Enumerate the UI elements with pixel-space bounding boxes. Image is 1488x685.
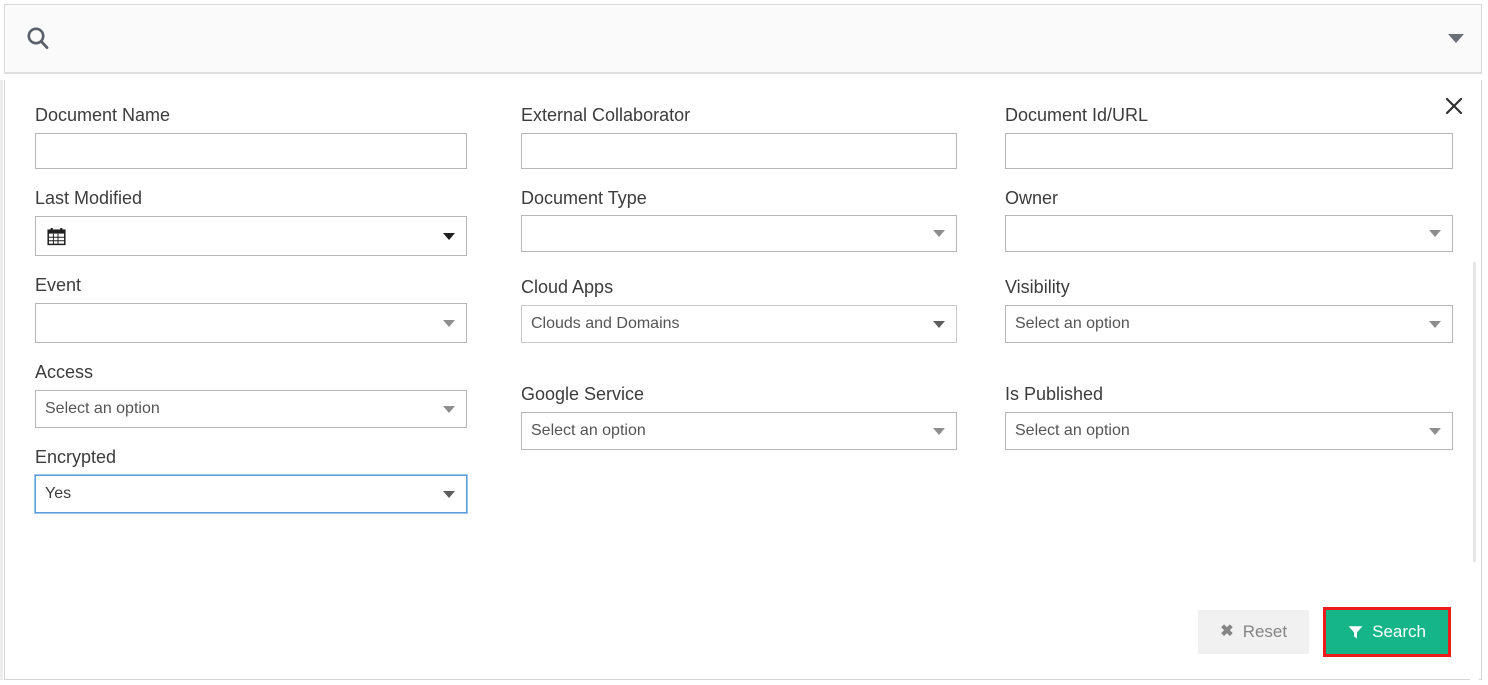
field-external-collaborator: External Collaborator (521, 104, 957, 169)
document-id-url-control[interactable] (1005, 133, 1453, 169)
search-button[interactable]: Search (1326, 610, 1448, 654)
label-document-id-url: Document Id/URL (1005, 105, 1149, 125)
search-filter-screen: Document Name Last Modified Event Access… (0, 0, 1488, 685)
search-button-highlight: Search (1323, 607, 1451, 657)
field-access: Access Select an option (35, 361, 467, 428)
label-encrypted: Encrypted (35, 447, 117, 467)
caret-down-icon[interactable] (1429, 230, 1441, 237)
field-is-published: Is Published Select an option (1005, 383, 1453, 450)
caret-down-icon[interactable] (443, 319, 455, 327)
owner-select[interactable] (1005, 215, 1453, 252)
event-select[interactable] (35, 303, 467, 343)
last-modified-select[interactable] (35, 216, 467, 256)
document-type-select[interactable] (521, 215, 957, 252)
search-dropdown-caret-icon[interactable] (1441, 5, 1481, 72)
search-input[interactable] (54, 5, 1441, 72)
filter-form-grid: Document Name Last Modified Event Access… (5, 80, 1481, 527)
access-select[interactable]: Select an option (35, 390, 467, 428)
caret-down-icon[interactable] (443, 405, 455, 413)
encrypted-select[interactable]: Yes (35, 475, 467, 513)
advanced-search-panel: Document Name Last Modified Event Access… (4, 80, 1482, 685)
document-name-input[interactable] (36, 134, 466, 168)
google-service-value: Select an option (531, 422, 646, 439)
visibility-select[interactable]: Select an option (1005, 305, 1453, 343)
label-is-published: Is Published (1005, 384, 1104, 404)
encrypted-value: Yes (45, 485, 72, 502)
field-cloud-apps: Cloud Apps Clouds and Domains (521, 276, 957, 343)
field-document-id-url: Document Id/URL (1005, 104, 1453, 169)
caret-down-icon[interactable] (1429, 320, 1441, 328)
panel-footer: ✖ Reset Search (1198, 607, 1451, 657)
column-right: Document Id/URL Owner Visibility Select … (989, 104, 1483, 527)
search-icon (22, 23, 54, 55)
panel-scrollbar-thumb[interactable] (1473, 262, 1476, 562)
label-visibility: Visibility (1005, 277, 1070, 297)
caret-down-icon[interactable] (933, 230, 945, 237)
label-external-collaborator: External Collaborator (521, 105, 691, 125)
reset-button-label: Reset (1242, 622, 1288, 641)
caret-down-icon[interactable] (933, 320, 945, 328)
search-button-label: Search (1372, 622, 1426, 641)
google-service-select[interactable]: Select an option (521, 412, 957, 450)
field-document-name: Document Name (35, 104, 467, 169)
field-event: Event (35, 274, 467, 343)
label-google-service: Google Service (521, 384, 645, 404)
external-collaborator-control[interactable] (521, 133, 957, 169)
close-icon[interactable] (1441, 93, 1467, 119)
panel-scrollbar[interactable] (1470, 162, 1479, 685)
caret-down-icon[interactable] (1429, 427, 1441, 435)
is-published-select[interactable]: Select an option (1005, 412, 1453, 450)
field-visibility: Visibility Select an option (1005, 276, 1453, 343)
reset-button[interactable]: ✖ Reset (1198, 610, 1310, 654)
global-search-bar[interactable] (4, 4, 1482, 74)
column-middle: External Collaborator Document Type Clou… (497, 104, 989, 527)
label-document-name: Document Name (35, 105, 171, 125)
field-document-type: Document Type (521, 187, 957, 252)
label-access: Access (35, 362, 94, 382)
field-owner: Owner (1005, 187, 1453, 252)
is-published-value: Select an option (1015, 422, 1130, 439)
column-left: Document Name Last Modified Event Access… (5, 104, 497, 527)
external-collaborator-input[interactable] (522, 134, 956, 168)
caret-down-icon[interactable] (443, 490, 455, 498)
label-cloud-apps: Cloud Apps (521, 277, 614, 297)
label-document-type: Document Type (521, 188, 647, 208)
field-google-service: Google Service Select an option (521, 383, 957, 450)
access-value: Select an option (45, 400, 160, 417)
cloud-apps-select[interactable]: Clouds and Domains (521, 305, 957, 343)
x-icon: ✖ (1220, 623, 1234, 640)
panel-left-edge (0, 80, 3, 680)
caret-down-icon[interactable] (933, 427, 945, 435)
field-last-modified: Last Modified (35, 187, 467, 256)
document-id-url-input[interactable] (1006, 134, 1452, 168)
funnel-icon (1348, 625, 1363, 640)
label-owner: Owner (1005, 188, 1059, 208)
document-name-control[interactable] (35, 133, 467, 169)
visibility-value: Select an option (1015, 315, 1130, 332)
field-encrypted: Encrypted Yes (35, 446, 467, 513)
caret-down-icon[interactable] (443, 232, 455, 240)
cloud-apps-value: Clouds and Domains (531, 315, 680, 332)
calendar-icon (46, 226, 66, 246)
label-last-modified: Last Modified (35, 188, 143, 208)
label-event: Event (35, 275, 82, 295)
